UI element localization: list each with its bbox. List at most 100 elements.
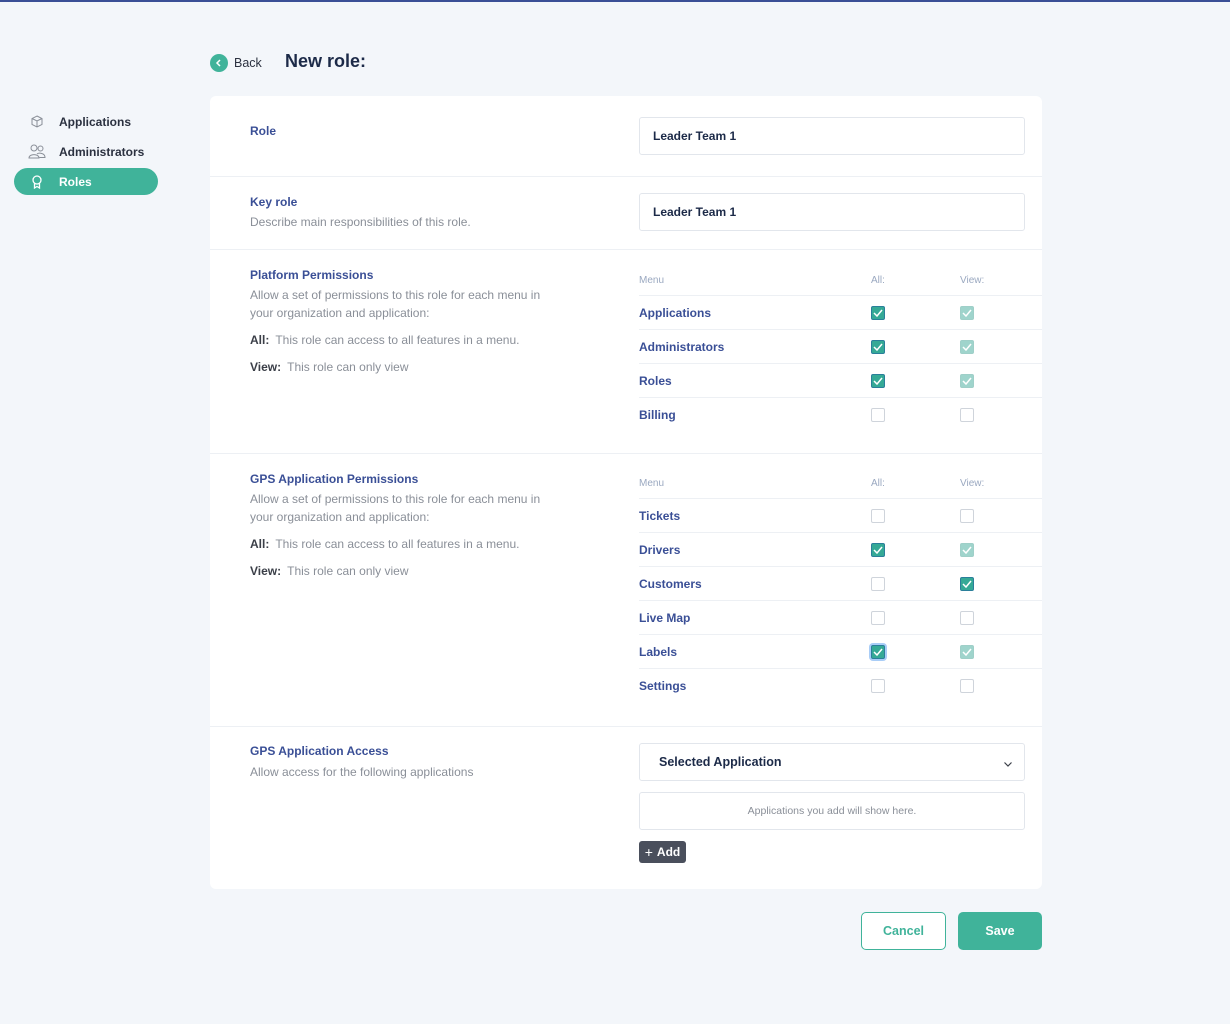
permission-menu-name: Live Map	[639, 611, 691, 625]
platform-permissions-description: Allow a set of permissions to this role …	[250, 288, 541, 320]
column-all: All:	[871, 478, 885, 489]
view-checkbox[interactable]	[960, 374, 974, 388]
permission-menu-name: Settings	[639, 679, 687, 693]
view-checkbox[interactable]	[960, 408, 974, 422]
column-view: View:	[960, 478, 985, 489]
table-row: Tickets	[639, 499, 1042, 533]
gps-access-title: GPS Application Access	[250, 744, 389, 758]
sidebar-item-label: Applications	[59, 114, 132, 129]
view-definition: View: This role can only view	[250, 360, 409, 374]
table-header: Menu All: View:	[639, 263, 1042, 296]
platform-permissions-title: Platform Permissions	[250, 268, 374, 282]
cube-icon	[28, 113, 46, 131]
empty-applications-text: Applications you add will show here.	[747, 805, 917, 817]
sidebar: Applications Administrators Roles	[14, 108, 158, 198]
save-button[interactable]: Save	[958, 912, 1042, 950]
key-role-input[interactable]	[639, 193, 1025, 231]
application-select-value: Selected Application	[659, 755, 782, 769]
view-checkbox[interactable]	[960, 577, 974, 591]
table-header: Menu All: View:	[639, 466, 1042, 499]
role-title: Role	[250, 124, 277, 138]
gps-permissions-title: GPS Application Permissions	[250, 472, 419, 486]
check-icon	[873, 546, 883, 554]
role-section: Role	[210, 96, 1042, 177]
permission-menu-name: Drivers	[639, 543, 681, 557]
all-def-label: All:	[250, 537, 270, 551]
gps-permissions-table: Menu All: View: Tickets Drivers Customers L…	[639, 466, 1042, 703]
all-def-text: This role can access to all features in …	[275, 333, 520, 347]
sidebar-item-label: Administrators	[59, 144, 145, 159]
view-checkbox[interactable]	[960, 645, 974, 659]
permission-menu-name: Labels	[639, 645, 678, 659]
sidebar-item-administrators[interactable]: Administrators	[14, 138, 158, 165]
platform-permissions-table: Menu All: View: Applications Administrato…	[639, 263, 1042, 432]
chevron-down-icon	[1003, 757, 1013, 771]
key-role-description: Describe main responsibilities of this r…	[250, 215, 471, 229]
table-row: Live Map	[639, 601, 1042, 635]
back-button[interactable]: Back	[210, 54, 262, 72]
gps-permissions-section: GPS Application Permissions Allow a set …	[210, 454, 1042, 727]
permission-menu-name: Tickets	[639, 509, 681, 523]
gps-access-description: Allow access for the following applicati…	[250, 765, 474, 779]
all-checkbox[interactable]	[871, 543, 885, 557]
view-checkbox[interactable]	[960, 340, 974, 354]
check-icon	[962, 648, 972, 656]
view-def-label: View:	[250, 360, 282, 374]
view-checkbox[interactable]	[960, 679, 974, 693]
all-checkbox[interactable]	[871, 408, 885, 422]
all-checkbox[interactable]	[871, 645, 885, 659]
check-icon	[962, 546, 972, 554]
view-checkbox[interactable]	[960, 306, 974, 320]
role-name-input[interactable]	[639, 117, 1025, 155]
all-checkbox[interactable]	[871, 577, 885, 591]
table-row: Applications	[639, 296, 1042, 330]
check-icon	[873, 343, 883, 351]
view-checkbox[interactable]	[960, 509, 974, 523]
permission-menu-name: Customers	[639, 577, 702, 591]
view-def-text: This role can only view	[287, 564, 409, 578]
view-checkbox[interactable]	[960, 611, 974, 625]
table-row: Roles	[639, 364, 1042, 398]
check-icon	[873, 309, 883, 317]
table-row: Labels	[639, 635, 1042, 669]
column-view: View:	[960, 275, 985, 286]
check-icon	[873, 377, 883, 385]
key-role-section: Key role Describe main responsibilities …	[210, 177, 1042, 250]
all-checkbox[interactable]	[871, 306, 885, 320]
column-menu: Menu	[639, 275, 665, 286]
application-select[interactable]: Selected Application	[639, 743, 1025, 781]
all-checkbox[interactable]	[871, 679, 885, 693]
all-definition: All: This role can access to all features…	[250, 333, 519, 347]
check-icon	[873, 648, 883, 656]
permission-menu-name: Roles	[639, 374, 672, 388]
check-icon	[962, 580, 972, 588]
plus-icon: +	[644, 844, 653, 860]
selected-applications-list: Applications you add will show here.	[639, 792, 1025, 830]
all-definition: All: This role can access to all features…	[250, 537, 519, 551]
view-checkbox[interactable]	[960, 543, 974, 557]
add-application-button[interactable]: + Add	[639, 841, 686, 863]
table-row: Settings	[639, 669, 1042, 703]
chevron-left-icon	[210, 54, 228, 72]
all-checkbox[interactable]	[871, 611, 885, 625]
users-icon	[28, 143, 46, 161]
check-icon	[962, 377, 972, 385]
all-checkbox[interactable]	[871, 340, 885, 354]
sidebar-item-label: Roles	[59, 174, 92, 189]
permission-menu-name: Billing	[639, 408, 676, 422]
all-checkbox[interactable]	[871, 374, 885, 388]
badge-icon	[28, 173, 46, 191]
permission-menu-name: Applications	[639, 306, 712, 320]
all-checkbox[interactable]	[871, 509, 885, 523]
role-form-card: Role Key role Describe main responsibili…	[210, 96, 1042, 889]
all-def-label: All:	[250, 333, 270, 347]
view-def-text: This role can only view	[287, 360, 409, 374]
check-icon	[962, 343, 972, 351]
sidebar-item-roles[interactable]: Roles	[14, 168, 158, 195]
add-label: Add	[656, 845, 681, 859]
cancel-button[interactable]: Cancel	[861, 912, 946, 950]
sidebar-item-applications[interactable]: Applications	[14, 108, 158, 135]
table-row: Drivers	[639, 533, 1042, 567]
column-menu: Menu	[639, 478, 665, 489]
permission-menu-name: Administrators	[639, 340, 725, 354]
